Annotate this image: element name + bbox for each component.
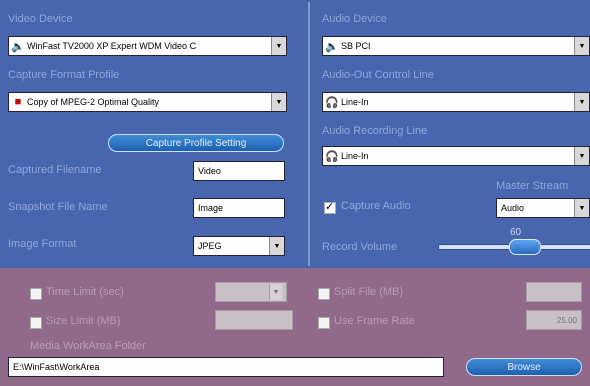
- capture-settings-window: Video Device 🔈 WinFast TV2000 XP Expert …: [0, 0, 590, 386]
- capture-settings-panel: Video Device 🔈 WinFast TV2000 XP Expert …: [0, 0, 590, 268]
- master-stream-label: Master Stream: [496, 180, 569, 192]
- checkmark-icon: ✓: [325, 201, 335, 213]
- use-frame-rate-checkbox[interactable]: [318, 317, 330, 329]
- audio-device-label: Audio Device: [322, 13, 387, 25]
- record-volume-label: Record Volume: [322, 241, 398, 253]
- audio-out-control-line-label: Audio-Out Control Line: [322, 69, 434, 81]
- size-limit-label: Size Limit (MB): [46, 315, 121, 327]
- line-in-icon: 🎧: [325, 150, 339, 163]
- record-volume-value: 60: [510, 227, 522, 238]
- dropdown-arrow-icon[interactable]: ▼: [574, 37, 589, 55]
- snapshot-file-name-label: Snapshot File Name: [8, 201, 108, 213]
- speaker-icon: 🔈: [325, 40, 339, 53]
- master-stream-select[interactable]: Audio ▼: [496, 198, 590, 218]
- audio-recording-line-select[interactable]: 🎧 Line-In ▼: [322, 146, 590, 166]
- audio-out-control-line-value: Line-In: [341, 97, 369, 107]
- speaker-icon: 🔈: [11, 40, 25, 53]
- captured-filename-label: Captured Filename: [8, 164, 102, 176]
- audio-recording-line-label: Audio Recording Line: [322, 125, 428, 137]
- dropdown-arrow-icon[interactable]: ▼: [271, 37, 286, 55]
- dropdown-arrow-icon[interactable]: ▼: [269, 237, 284, 255]
- split-file-label: Split File (MB): [334, 286, 404, 298]
- time-limit-checkbox[interactable]: [30, 288, 42, 300]
- size-limit-checkbox[interactable]: [30, 317, 42, 329]
- capture-format-profile-label: Capture Format Profile: [8, 69, 120, 81]
- video-device-label: Video Device: [8, 13, 73, 25]
- limits-panel: Time Limit (sec) ▼ Size Limit (MB) Split…: [0, 268, 590, 386]
- split-file-checkbox[interactable]: [318, 288, 330, 300]
- dropdown-arrow-icon[interactable]: ▼: [574, 199, 589, 217]
- use-frame-rate-label: Use Frame Rate: [334, 315, 415, 327]
- split-file-input[interactable]: [526, 282, 582, 302]
- audio-device-value: SB PCI: [341, 41, 371, 51]
- video-device-value: WinFast TV2000 XP Expert WDM Video C: [27, 41, 197, 51]
- time-limit-label: Time Limit (sec): [46, 286, 124, 298]
- dropdown-arrow-icon[interactable]: ▼: [574, 93, 589, 111]
- dropdown-arrow-icon[interactable]: ▼: [269, 284, 282, 300]
- capture-format-profile-select[interactable]: ■ Copy of MPEG-2 Optimal Quality ▼: [8, 92, 287, 112]
- frame-rate-input[interactable]: 25.00: [526, 310, 582, 330]
- image-format-label: Image Format: [8, 238, 77, 250]
- captured-filename-input[interactable]: Video: [193, 161, 285, 181]
- capture-audio-label: Capture Audio: [341, 200, 411, 212]
- video-device-select[interactable]: 🔈 WinFast TV2000 XP Expert WDM Video C ▼: [8, 36, 287, 56]
- snapshot-file-name-input[interactable]: Image: [193, 198, 285, 218]
- capture-audio-checkbox[interactable]: ✓: [324, 201, 336, 214]
- line-in-icon: 🎧: [325, 96, 339, 109]
- record-volume-slider[interactable]: [438, 239, 590, 255]
- dropdown-arrow-icon[interactable]: ▼: [271, 93, 286, 111]
- media-workarea-folder-label: Media WorkArea Folder: [30, 340, 146, 352]
- image-format-value: JPEG: [198, 241, 222, 251]
- master-stream-value: Audio: [501, 203, 525, 213]
- time-limit-select[interactable]: ▼: [215, 282, 287, 302]
- panel-divider: [308, 2, 310, 266]
- capture-profile-setting-button[interactable]: Capture Profile Setting: [108, 134, 284, 152]
- record-volume-slider-thumb[interactable]: [509, 239, 541, 255]
- browse-button[interactable]: Browse: [466, 358, 582, 376]
- capture-format-profile-value: Copy of MPEG-2 Optimal Quality: [27, 97, 160, 107]
- audio-out-control-line-select[interactable]: 🎧 Line-In ▼: [322, 92, 590, 112]
- media-workarea-folder-input[interactable]: E:\WinFast\WorkArea: [8, 357, 444, 377]
- audio-device-select[interactable]: 🔈 SB PCI ▼: [322, 36, 590, 56]
- profile-icon: ■: [14, 96, 22, 108]
- audio-recording-line-value: Line-In: [341, 151, 369, 161]
- image-format-select[interactable]: JPEG ▼: [193, 236, 285, 256]
- dropdown-arrow-icon[interactable]: ▼: [574, 147, 589, 165]
- size-limit-input[interactable]: [215, 310, 293, 330]
